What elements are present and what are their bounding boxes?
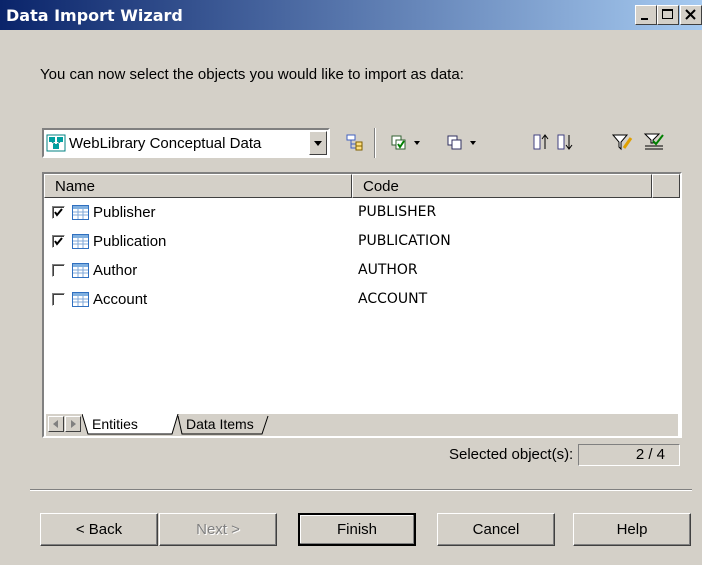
entity-icon (72, 234, 89, 249)
checkmark-icon (54, 237, 63, 246)
hierarchy-icon[interactable] (344, 132, 364, 152)
arrow-left-icon (53, 420, 58, 428)
row-code: ACCOUNT (358, 291, 428, 307)
row-checkbox[interactable] (52, 235, 65, 248)
model-select-value: WebLibrary Conceptual Data (69, 135, 262, 152)
maximize-button[interactable] (657, 5, 679, 25)
checkmark-icon (54, 208, 63, 217)
row-checkbox[interactable] (52, 264, 65, 277)
row-name: Author (93, 262, 138, 279)
row-name: Account (93, 291, 148, 308)
selected-objects-label: Selected object(s): (449, 446, 574, 463)
move-up-icon[interactable] (532, 132, 552, 152)
tab-data-items[interactable]: Data Items (186, 414, 254, 432)
column-header-code[interactable]: Code (352, 174, 652, 198)
entity-icon (72, 292, 89, 307)
column-header-name[interactable]: Name (44, 174, 352, 198)
row-code: PUBLICATION (358, 233, 451, 249)
close-button[interactable] (680, 5, 702, 25)
list-item[interactable]: Publisher PUBLISHER (44, 199, 680, 228)
back-button[interactable]: < Back (40, 513, 158, 546)
scroll-left-button[interactable] (48, 416, 64, 432)
intro-text: You can now select the objects you would… (40, 66, 464, 83)
minimize-button[interactable] (635, 5, 657, 25)
row-checkbox[interactable] (52, 206, 65, 219)
object-list[interactable]: Name Code Publisher PUBLISHER Publicatio… (42, 172, 682, 438)
divider (30, 489, 692, 491)
entity-icon (72, 263, 89, 278)
list-item[interactable]: Publication PUBLICATION (44, 228, 680, 257)
tab-strip: Entities Data Items (46, 414, 678, 436)
scroll-right-button[interactable] (65, 416, 81, 432)
row-code: AUTHOR (358, 262, 418, 278)
list-item[interactable]: Author AUTHOR (44, 257, 680, 286)
move-down-icon[interactable] (556, 132, 576, 152)
filter-apply-icon[interactable] (643, 132, 667, 152)
tab-entities[interactable]: Entities (92, 414, 138, 432)
toolbar-separator (374, 128, 376, 158)
minimize-icon (641, 18, 648, 20)
chevron-down-icon[interactable] (309, 131, 327, 155)
title-bar: Data Import Wizard (0, 0, 702, 30)
list-item[interactable]: Account ACCOUNT (44, 286, 680, 315)
row-checkbox[interactable] (52, 293, 65, 306)
next-button[interactable]: Next > (159, 513, 277, 546)
filter-icon[interactable] (611, 132, 635, 152)
close-icon (685, 9, 696, 20)
help-button[interactable]: Help (573, 513, 691, 546)
arrow-right-icon (71, 420, 76, 428)
window-title: Data Import Wizard (6, 6, 183, 25)
row-code: PUBLISHER (358, 204, 437, 220)
cancel-button[interactable]: Cancel (437, 513, 555, 546)
finish-button[interactable]: Finish (298, 513, 416, 546)
entity-icon (72, 205, 89, 220)
model-icon (46, 134, 66, 152)
selected-objects-count: 2 / 4 (578, 444, 680, 466)
column-header-blank (652, 174, 680, 198)
deselect-icon[interactable] (445, 132, 485, 152)
select-all-icon[interactable] (389, 132, 429, 152)
model-select[interactable]: WebLibrary Conceptual Data (42, 128, 330, 158)
row-name: Publisher (93, 204, 156, 221)
maximize-icon (662, 9, 673, 19)
row-name: Publication (93, 233, 167, 250)
